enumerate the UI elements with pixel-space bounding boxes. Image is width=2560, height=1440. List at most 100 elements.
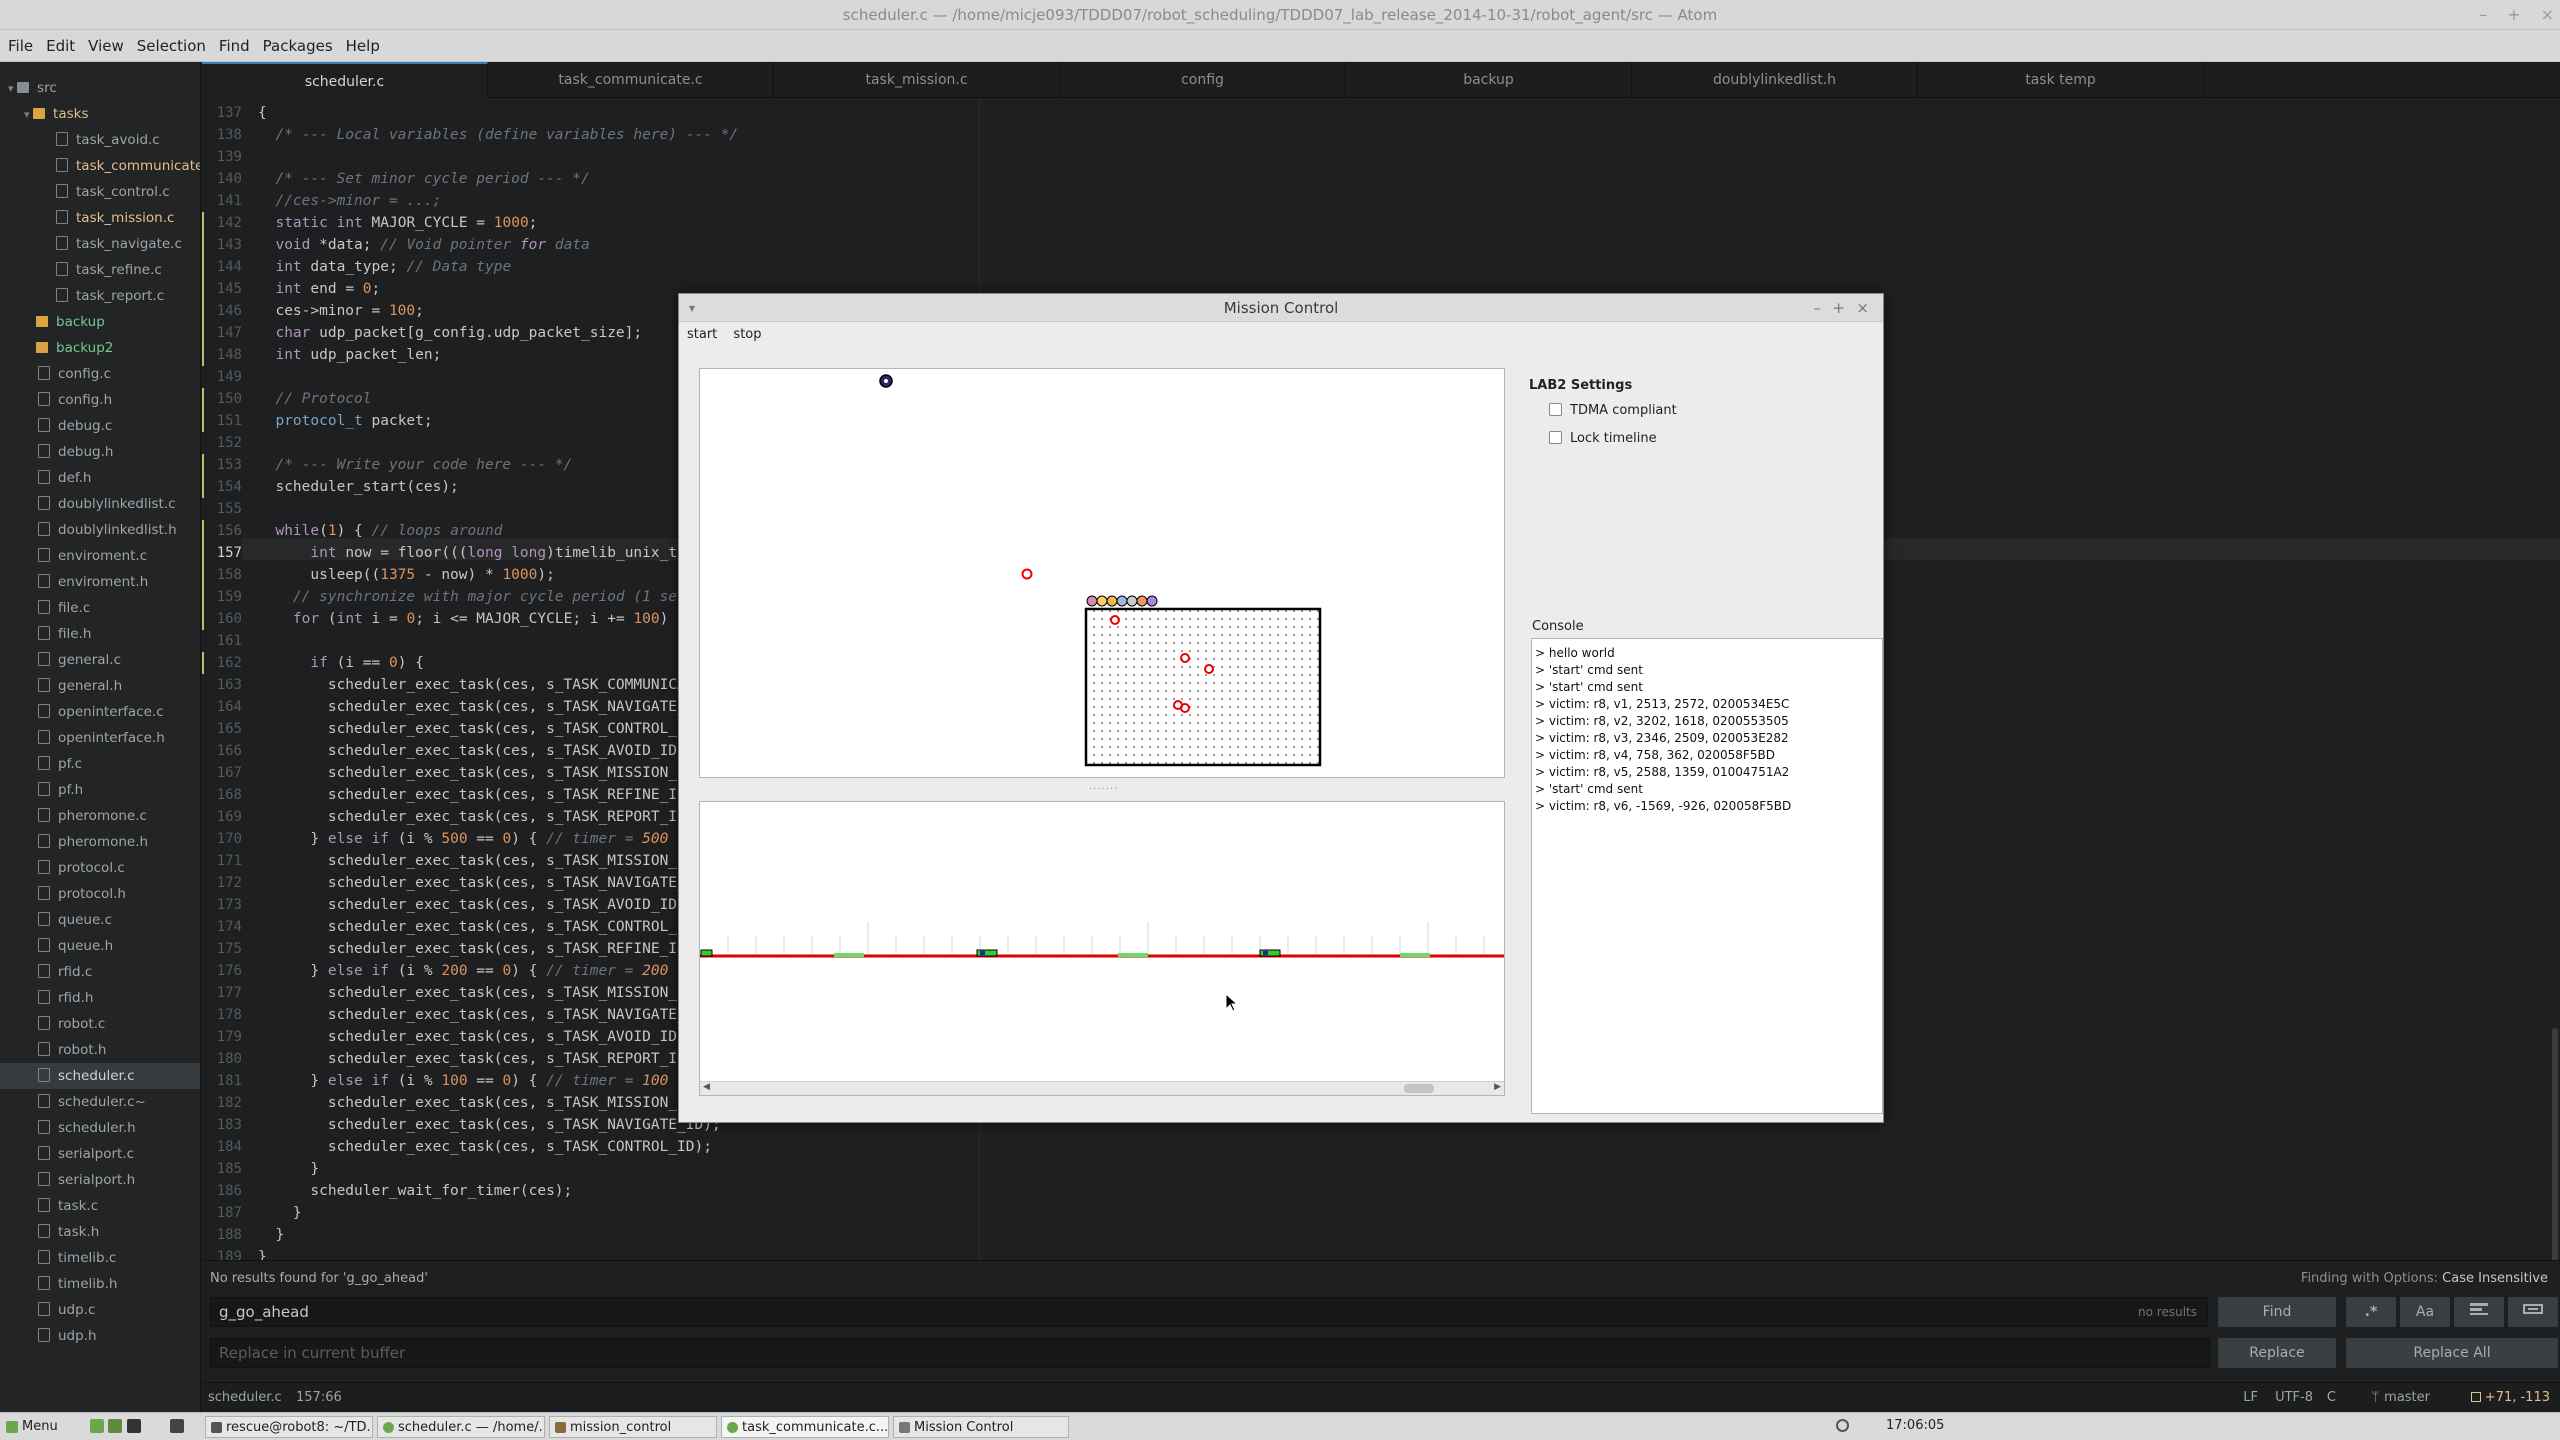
minimize-icon[interactable]: – (1814, 294, 1822, 322)
tree-file-item[interactable]: config.h (0, 387, 200, 413)
replace-all-button[interactable]: Replace All (2346, 1338, 2558, 1368)
show-desktop-icon[interactable] (90, 1419, 104, 1433)
code-line[interactable]: scheduler_exec_task(ces, s_TASK_AVOID_ID… (258, 740, 695, 762)
tree-file-item[interactable]: general.h (0, 673, 200, 699)
maximize-icon[interactable]: + (2507, 0, 2520, 30)
file-manager-icon[interactable] (108, 1419, 122, 1433)
code-line[interactable]: scheduler_exec_task(ces, s_TASK_MISSION_… (258, 850, 712, 872)
code-line[interactable]: /* --- Set minor cycle period --- */ (258, 168, 589, 190)
code-line[interactable]: { (258, 102, 267, 124)
code-line[interactable]: scheduler_exec_task(ces, s_TASK_MISSION_… (258, 982, 712, 1004)
start-menu-button[interactable]: Menu (4, 1416, 58, 1438)
code-line[interactable]: scheduler_exec_task(ces, s_TASK_AVOID_ID… (258, 894, 695, 916)
tab-task-temp[interactable]: task temp (1918, 62, 2204, 98)
chevron-down-icon[interactable]: ▾ (24, 108, 33, 121)
editor-scrollbar[interactable] (2552, 1028, 2558, 1260)
status-cursor[interactable]: 157:66 (296, 1383, 342, 1413)
tree-file-item[interactable]: def.h (0, 465, 200, 491)
tree-file-item[interactable]: config.c (0, 361, 200, 387)
taskbar-item-mission-control[interactable]: Mission Control (893, 1416, 1069, 1438)
tree-file-item[interactable]: scheduler.c~ (0, 1089, 200, 1115)
code-line[interactable]: } else if (i % 100 == 0) { // timer = 10… (258, 1070, 668, 1092)
code-line[interactable]: scheduler_exec_task(ces, s_TASK_AVOID_ID… (258, 1026, 695, 1048)
code-line[interactable]: scheduler_exec_task(ces, s_TASK_MISSION_… (258, 1092, 712, 1114)
taskbar-item-terminal[interactable]: rescue@robot8: ~/TD... (205, 1416, 373, 1438)
tab-backup[interactable]: backup (1346, 62, 1632, 98)
find-button[interactable]: Find (2218, 1297, 2336, 1327)
tree-file-item[interactable]: scheduler.h (0, 1115, 200, 1141)
tree-file-item[interactable]: debug.h (0, 439, 200, 465)
lock-timeline-checkbox[interactable]: Lock timeline (1549, 431, 1657, 447)
code-line[interactable]: scheduler_exec_task(ces, s_TASK_NAVIGATE… (258, 1004, 721, 1026)
terminal-icon[interactable] (127, 1419, 141, 1433)
menu-file[interactable]: File (8, 37, 33, 55)
code-line[interactable]: protocol_t packet; (258, 410, 432, 432)
code-line[interactable]: usleep((1375 - now) * 1000); (258, 564, 554, 586)
status-diff[interactable]: +71, -113 (2470, 1383, 2550, 1413)
code-line[interactable]: } else if (i % 500 == 0) { // timer = 50… (258, 828, 668, 850)
tree-folder-backup[interactable]: backup (0, 309, 200, 335)
tree-file-item[interactable]: debug.c (0, 413, 200, 439)
tree-root-src[interactable]: ▾ src (0, 75, 200, 101)
menu-help[interactable]: Help (346, 37, 380, 55)
splitter-grip[interactable]: ······· (1089, 784, 1118, 795)
tree-folder-tasks[interactable]: ▾ tasks (0, 101, 200, 127)
checkbox-box[interactable] (1549, 403, 1562, 416)
code-line[interactable]: int end = 0; (258, 278, 380, 300)
code-line[interactable]: void *data; // Void pointer for data (258, 234, 589, 256)
menu-selection[interactable]: Selection (137, 37, 206, 55)
launcher-icon[interactable] (170, 1419, 184, 1433)
tree-file-item[interactable]: task_mission.c (0, 205, 200, 231)
code-line[interactable]: scheduler_start(ces); (258, 476, 458, 498)
code-line[interactable]: ces->minor = 100; (258, 300, 423, 322)
timeline-panel[interactable]: ◀ ▶ (699, 801, 1505, 1096)
tree-file-item[interactable]: protocol.h (0, 881, 200, 907)
code-line[interactable]: scheduler_exec_task(ces, s_TASK_CONTROL_… (258, 1136, 712, 1158)
tree-file-item[interactable]: robot.c (0, 1011, 200, 1037)
scroll-left-icon[interactable]: ◀ (703, 1082, 710, 1092)
code-line[interactable]: // Protocol (258, 388, 371, 410)
code-line[interactable]: } (258, 1158, 319, 1180)
tree-file-item[interactable]: task_control.c (0, 179, 200, 205)
tree-file-item[interactable]: task.c (0, 1193, 200, 1219)
tree-file-item[interactable]: doublylinkedlist.c (0, 491, 200, 517)
code-line[interactable]: scheduler_exec_task(ces, s_TASK_REFINE_I… (258, 938, 703, 960)
window-menu-icon[interactable]: ▾ (689, 294, 695, 322)
status-encoding[interactable]: UTF-8 (2275, 1383, 2313, 1413)
tree-file-item[interactable]: timelib.c (0, 1245, 200, 1271)
close-icon[interactable]: × (2541, 0, 2554, 30)
status-branch[interactable]: ᛘ master (2371, 1383, 2430, 1413)
tdma-compliant-checkbox[interactable]: TDMA compliant (1549, 403, 1677, 419)
tree-file-item[interactable]: task_communicate.c (0, 153, 200, 179)
code-line[interactable]: } (258, 1246, 267, 1260)
tree-file-item[interactable]: serialport.c (0, 1141, 200, 1167)
code-line[interactable]: scheduler_exec_task(ces, s_TASK_NAVIGATE… (258, 1114, 721, 1136)
tree-file-item[interactable]: pf.h (0, 777, 200, 803)
taskbar-item-atom-task-communicate[interactable]: task_communicate.c... (721, 1416, 889, 1438)
taskbar-item-mission-control-folder[interactable]: mission_control (549, 1416, 717, 1438)
checkbox-box[interactable] (1549, 431, 1562, 444)
code-line[interactable]: scheduler_exec_task(ces, s_TASK_MISSION_… (258, 762, 712, 784)
code-line[interactable]: scheduler_exec_task(ces, s_TASK_REFINE_I… (258, 784, 703, 806)
tree-file-item[interactable]: file.c (0, 595, 200, 621)
taskbar-item-atom-scheduler[interactable]: scheduler.c — /home/... (377, 1416, 545, 1438)
tree-file-item[interactable]: task.h (0, 1219, 200, 1245)
menu-packages[interactable]: Packages (263, 37, 333, 55)
replace-button[interactable]: Replace (2218, 1338, 2336, 1368)
code-line[interactable]: scheduler_exec_task(ces, s_TASK_CONTROL_… (258, 916, 712, 938)
tab-scheduler-c[interactable]: scheduler.c (202, 62, 488, 98)
tab-task-communicate-c[interactable]: task_communicate.c (488, 62, 774, 98)
tree-file-item[interactable]: udp.h (0, 1323, 200, 1349)
code-line[interactable]: for (int i = 0; i <= MAJOR_CYCLE; i += 1… (258, 608, 686, 630)
update-icon[interactable] (1836, 1419, 1849, 1432)
code-line[interactable]: } (258, 1224, 284, 1246)
whole-word-toggle[interactable] (2508, 1297, 2558, 1327)
code-line[interactable]: scheduler_exec_task(ces, s_TASK_NAVIGATE… (258, 872, 721, 894)
code-line[interactable]: int data_type; // Data type (258, 256, 511, 278)
status-file[interactable]: scheduler.c (208, 1383, 282, 1413)
tree-file-item[interactable]: robot.h (0, 1037, 200, 1063)
close-icon[interactable]: × (1856, 294, 1869, 322)
scroll-thumb[interactable] (1404, 1084, 1434, 1093)
case-sensitive-toggle[interactable]: Aa (2400, 1297, 2450, 1327)
code-line[interactable]: } (258, 1202, 302, 1224)
